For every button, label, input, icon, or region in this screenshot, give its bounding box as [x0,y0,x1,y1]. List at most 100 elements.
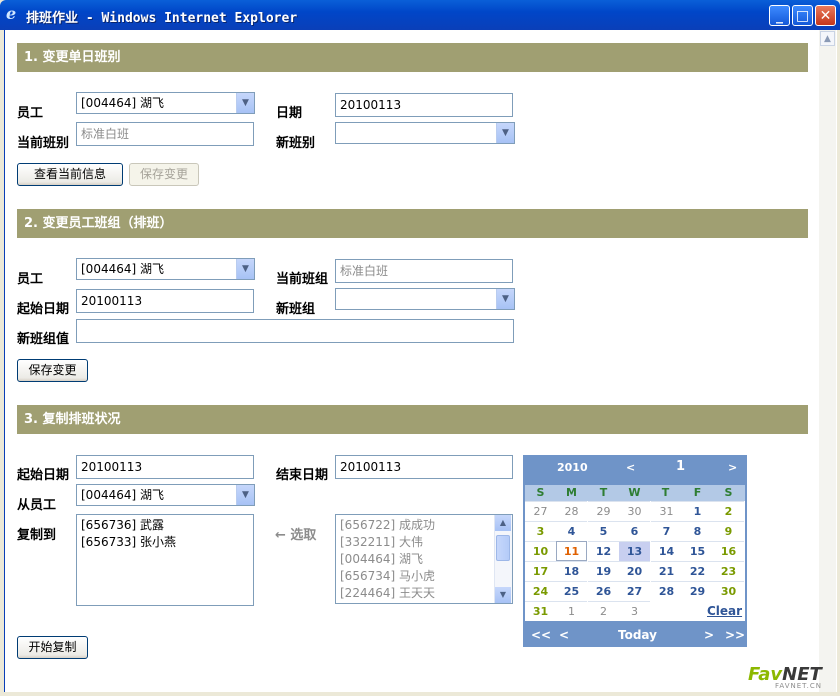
calendar-clear-link[interactable]: Clear [707,604,742,618]
calendar-day[interactable]: 19 [588,561,619,581]
view-current-info-button[interactable]: 查看当前信息 [17,163,123,186]
calendar-weekdays: S M T W T F S [525,485,745,501]
calendar-day[interactable]: 27 [525,501,556,521]
calendar-day[interactable]: 12 [588,541,619,561]
calendar-day[interactable]: 2 [713,501,744,521]
s2-employee-label: 员工 [17,272,44,287]
scroll-down-icon[interactable]: ▼ [495,587,511,603]
calendar-day[interactable]: 1 [556,601,587,621]
calendar-day[interactable]: 6 [619,521,650,541]
calendar-prev-year[interactable]: << [531,628,551,642]
start-copy-button[interactable]: 开始复制 [17,636,88,659]
available-employee-item[interactable]: [004464] 湖飞 [340,551,508,568]
calendar-day[interactable]: 31 [651,501,682,521]
chevron-down-icon[interactable]: ▼ [496,123,514,143]
chevron-down-icon[interactable]: ▼ [236,485,254,505]
page-scrollbar[interactable]: ▲ [819,30,836,692]
calendar-day[interactable]: 17 [525,561,556,581]
calendar-day[interactable]: 9 [713,521,744,541]
s1-employee-select[interactable]: [004464] 湖飞 ▼ [76,92,255,114]
scroll-thumb[interactable] [496,535,510,561]
s3-start-date-input[interactable]: 20100113 [76,455,254,479]
section-change-single-day-shift-header: 1. 变更单日班别 [17,43,808,72]
calendar-day[interactable]: 18 [556,561,587,581]
minimize-button[interactable]: _ [769,5,790,26]
available-employee-item[interactable]: [332211] 大伟 [340,534,508,551]
calendar-day[interactable]: 30 [713,581,744,601]
s2-start-date-label: 起始日期 [17,302,70,317]
s2-group-value-input[interactable] [76,319,514,343]
chevron-down-icon[interactable]: ▼ [496,289,514,309]
calendar-next-year[interactable]: >> [725,628,745,642]
copy-to-item[interactable]: [656733] 张小燕 [81,534,249,551]
s1-new-shift-label: 新班别 [276,136,316,151]
calendar-header: 2010 < 1 > [523,455,747,479]
calendar-day[interactable]: 3 [619,601,650,621]
calendar-day[interactable]: 28 [556,501,587,521]
s3-from-employee-label: 从员工 [17,498,57,513]
s3-end-date-input[interactable]: 20100113 [335,455,513,479]
calendar-day[interactable]: 23 [713,561,744,581]
available-employee-item[interactable]: [224464] 王天天 [340,585,508,602]
calendar-day-selected[interactable]: 13 [619,541,650,561]
calendar-day[interactable]: 10 [525,541,556,561]
available-employee-item[interactable]: [656734] 马小虎 [340,568,508,585]
calendar-day[interactable]: 24 [525,581,556,601]
s3-end-date-label: 结束日期 [276,468,329,483]
s1-employee-value: [004464] 湖飞 [81,96,164,110]
calendar-day[interactable]: 2 [588,601,619,621]
calendar-prev[interactable]: < [559,628,569,642]
calendar-day[interactable]: 30 [619,501,650,521]
s1-new-shift-select[interactable]: ▼ [335,122,515,144]
s2-new-group-select[interactable]: ▼ [335,288,515,310]
calendar-day[interactable]: 31 [525,601,556,621]
calendar-day[interactable]: 27 [619,581,650,601]
maximize-button[interactable]: □ [792,5,813,26]
available-employees-listbox[interactable]: [656722] 成成功 [332211] 大伟 [004464] 湖飞 [65… [335,514,513,604]
close-button[interactable]: ✕ [815,5,836,26]
calendar-day[interactable]: 14 [651,541,682,561]
calendar-year[interactable]: 2010 [557,461,588,474]
s2-save-button[interactable]: 保存变更 [17,359,88,382]
s1-date-input[interactable]: 20100113 [335,93,513,117]
calendar-day[interactable]: 8 [682,521,713,541]
s2-start-date-input[interactable]: 20100113 [76,289,254,313]
calendar-month[interactable]: 1 [676,459,685,474]
calendar-day[interactable]: 1 [682,501,713,521]
calendar-day[interactable]: 28 [651,581,682,601]
listbox-scrollbar[interactable]: ▲ ▼ [494,515,512,603]
calendar-day[interactable]: 7 [651,521,682,541]
page-content: 1. 变更单日班别 员工 [004464] 湖飞 ▼ 日期 20100113 当… [5,30,819,692]
s3-copy-to-label: 复制到 [17,528,57,543]
calendar-day[interactable]: 22 [682,561,713,581]
calendar-day[interactable]: 25 [556,581,587,601]
calendar-day[interactable]: 29 [588,501,619,521]
s2-current-group-field: 标准白班 [335,259,513,283]
copy-to-listbox[interactable]: [656736] 武露 [656733] 张小燕 [76,514,254,606]
date-picker-calendar: 2010 < 1 > S M T W T F S 27 28 29 30 31 1 2 3 4 5… [523,455,747,647]
chevron-down-icon[interactable]: ▼ [236,93,254,113]
s2-employee-select[interactable]: [004464] 湖飞 ▼ [76,258,255,280]
calendar-day[interactable]: 26 [588,581,619,601]
s1-date-label: 日期 [276,106,303,121]
calendar-day[interactable]: 5 [588,521,619,541]
calendar-day[interactable]: 3 [525,521,556,541]
available-employee-item[interactable]: [656722] 成成功 [340,517,508,534]
calendar-day[interactable]: 21 [651,561,682,581]
calendar-next[interactable]: > [704,628,714,642]
calendar-day[interactable]: 16 [713,541,744,561]
calendar-prev-month[interactable]: < [626,461,635,474]
calendar-day[interactable]: 29 [682,581,713,601]
calendar-day[interactable]: 15 [682,541,713,561]
calendar-day[interactable]: 20 [619,561,650,581]
scroll-up-icon[interactable]: ▲ [820,31,835,46]
s3-from-employee-select[interactable]: [004464] 湖飞 ▼ [76,484,255,506]
calendar-day-today[interactable]: 11 [556,541,587,561]
calendar-today-button[interactable]: Today [618,628,657,642]
scroll-up-icon[interactable]: ▲ [495,515,511,531]
chevron-down-icon[interactable]: ▼ [236,259,254,279]
copy-to-item[interactable]: [656736] 武露 [81,517,249,534]
pick-arrow-label[interactable]: ← 选取 [275,524,316,543]
calendar-day[interactable]: 4 [556,521,587,541]
calendar-next-month[interactable]: > [728,461,737,474]
